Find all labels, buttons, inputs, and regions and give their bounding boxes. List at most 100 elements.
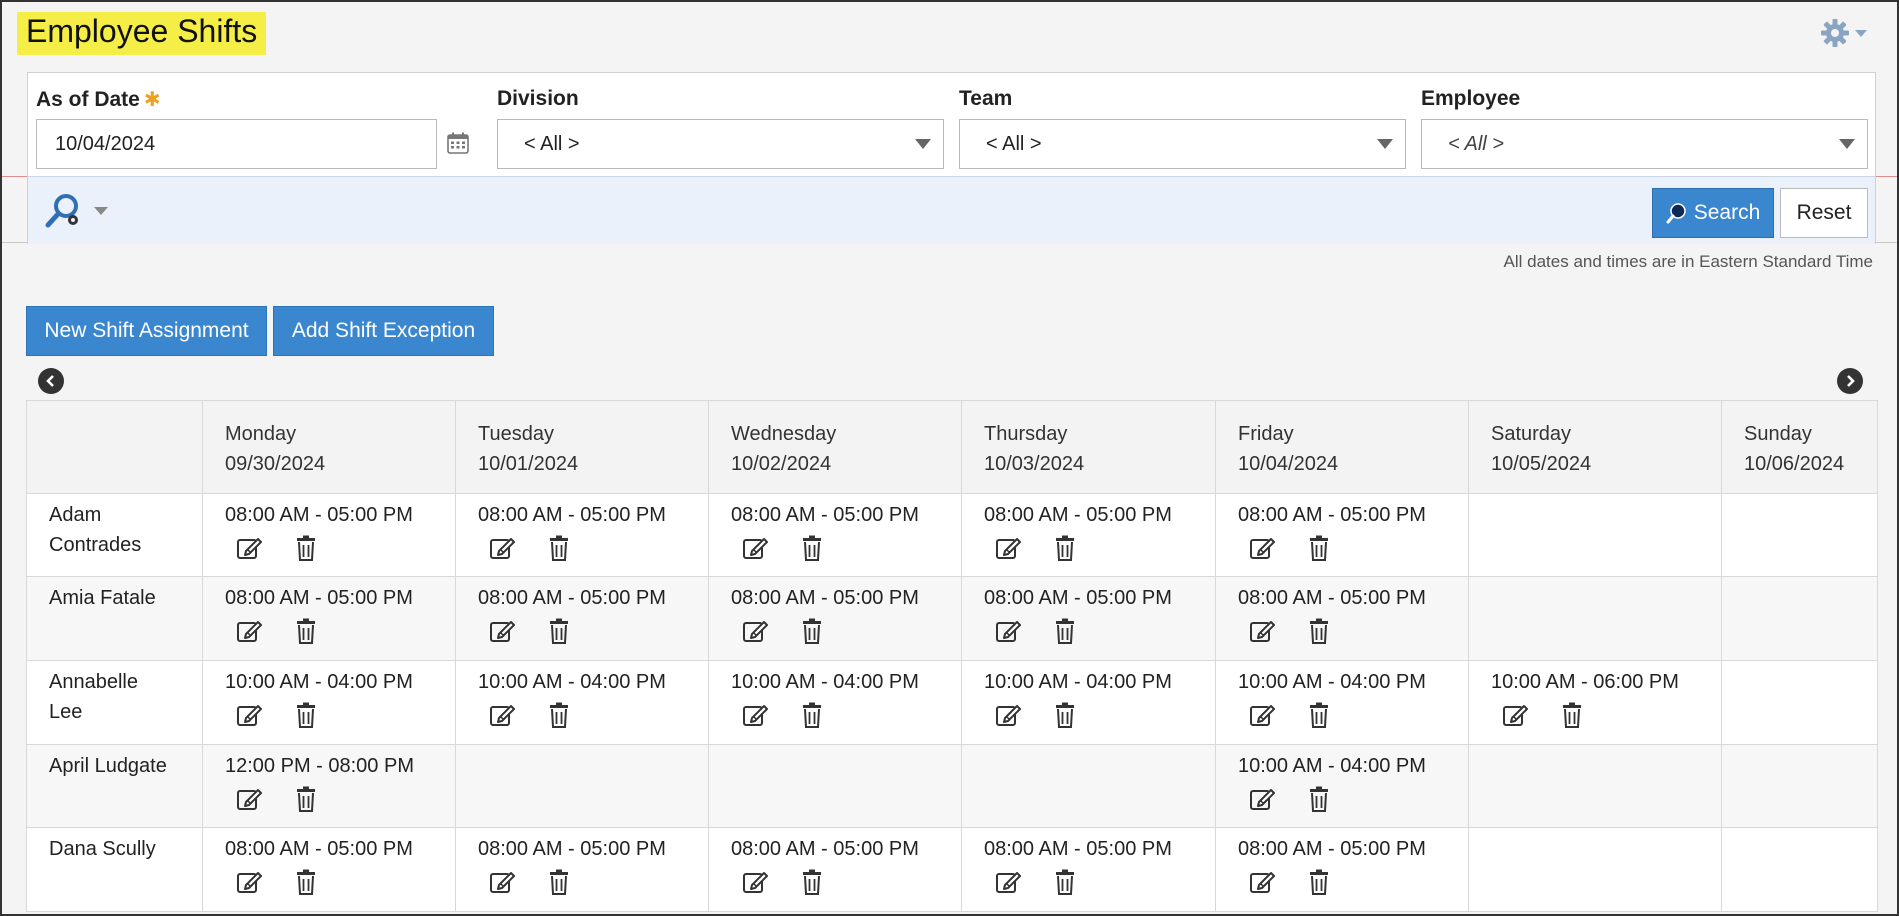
trash-icon[interactable]	[1050, 701, 1080, 729]
shift-actions	[478, 868, 708, 896]
shift-time: 08:00 AM - 05:00 PM	[984, 838, 1172, 860]
trash-icon[interactable]	[291, 785, 321, 813]
edit-icon[interactable]	[488, 617, 518, 645]
trash-icon[interactable]	[1050, 868, 1080, 896]
as-of-date-label: As of Date ✱	[36, 88, 161, 111]
edit-icon[interactable]	[488, 868, 518, 896]
edit-icon[interactable]	[235, 701, 265, 729]
as-of-date-input[interactable]: 10/04/2024	[36, 119, 437, 169]
edit-icon[interactable]	[994, 617, 1024, 645]
reset-button[interactable]: Reset	[1780, 188, 1868, 238]
timezone-note: All dates and times are in Eastern Stand…	[1503, 252, 1873, 271]
edit-icon[interactable]	[741, 868, 771, 896]
add-shift-exception-button[interactable]: Add Shift Exception	[273, 306, 494, 356]
edit-icon[interactable]	[741, 617, 771, 645]
division-select[interactable]: < All >	[497, 119, 944, 169]
shift-actions	[1238, 534, 1468, 562]
edit-icon[interactable]	[994, 534, 1024, 562]
new-shift-assignment-button[interactable]: New Shift Assignment	[26, 306, 267, 356]
shift-time: 12:00 PM - 08:00 PM	[225, 755, 414, 777]
trash-icon[interactable]	[291, 534, 321, 562]
shift-time: 08:00 AM - 05:00 PM	[225, 838, 413, 860]
search-options-menu[interactable]	[44, 191, 108, 231]
shift-cell	[1721, 660, 1878, 745]
trash-icon[interactable]	[1557, 701, 1587, 729]
trash-icon[interactable]	[544, 534, 574, 562]
trash-icon[interactable]	[544, 868, 574, 896]
edit-icon[interactable]	[741, 534, 771, 562]
shift-time: 08:00 AM - 05:00 PM	[984, 504, 1172, 526]
shift-actions	[731, 701, 961, 729]
trash-icon[interactable]	[1304, 617, 1334, 645]
shift-time: 08:00 AM - 05:00 PM	[1238, 504, 1426, 526]
shift-cell: 08:00 AM - 05:00 PM	[202, 576, 456, 661]
shift-cell: 08:00 AM - 05:00 PM	[961, 576, 1216, 661]
shift-time: 08:00 AM - 05:00 PM	[1238, 587, 1426, 609]
trash-icon[interactable]	[1304, 701, 1334, 729]
shift-time: 08:00 AM - 05:00 PM	[984, 587, 1172, 609]
shift-actions	[225, 617, 455, 645]
shift-actions	[1238, 617, 1468, 645]
shift-cell: 10:00 AM - 04:00 PM	[1215, 744, 1469, 828]
shift-actions	[478, 701, 708, 729]
search-toolbar: Search Reset	[28, 176, 1875, 244]
trash-icon[interactable]	[797, 701, 827, 729]
trash-icon[interactable]	[1304, 868, 1334, 896]
trash-icon[interactable]	[291, 701, 321, 729]
trash-icon[interactable]	[1050, 617, 1080, 645]
edit-icon[interactable]	[235, 868, 265, 896]
shift-time: 10:00 AM - 04:00 PM	[1238, 671, 1426, 693]
shift-cell	[1468, 576, 1722, 661]
edit-icon[interactable]	[235, 534, 265, 562]
edit-icon[interactable]	[994, 701, 1024, 729]
employee-name-cell: April Ludgate	[26, 744, 203, 828]
employee-select[interactable]: < All >	[1421, 119, 1868, 169]
trash-icon[interactable]	[1304, 785, 1334, 813]
edit-icon[interactable]	[994, 868, 1024, 896]
trash-icon[interactable]	[797, 534, 827, 562]
calendar-icon[interactable]	[446, 131, 470, 155]
shift-time: 08:00 AM - 05:00 PM	[1238, 838, 1426, 860]
trash-icon[interactable]	[291, 868, 321, 896]
shift-time: 10:00 AM - 04:00 PM	[984, 671, 1172, 693]
edit-icon[interactable]	[1248, 785, 1278, 813]
previous-week-button[interactable]	[38, 368, 64, 394]
edit-icon[interactable]	[1248, 617, 1278, 645]
trash-icon[interactable]	[291, 617, 321, 645]
next-week-button[interactable]	[1837, 368, 1863, 394]
trash-icon[interactable]	[797, 617, 827, 645]
chevron-right-icon	[1847, 375, 1855, 387]
shift-cell: 10:00 AM - 04:00 PM	[455, 660, 709, 745]
edit-icon[interactable]	[235, 785, 265, 813]
shift-time: 10:00 AM - 04:00 PM	[225, 671, 413, 693]
edit-icon[interactable]	[1248, 701, 1278, 729]
day-header: Tuesday 10/01/2024	[455, 400, 709, 494]
search-button[interactable]: Search	[1652, 188, 1774, 238]
trash-icon[interactable]	[1304, 534, 1334, 562]
shift-time: 08:00 AM - 05:00 PM	[225, 587, 413, 609]
shift-cell: 12:00 PM - 08:00 PM	[202, 744, 456, 828]
edit-icon[interactable]	[488, 701, 518, 729]
settings-menu[interactable]	[1819, 16, 1869, 50]
edit-icon[interactable]	[488, 534, 518, 562]
shift-cell: 08:00 AM - 05:00 PM	[455, 493, 709, 577]
shift-cell	[1721, 493, 1878, 577]
edit-icon[interactable]	[1248, 534, 1278, 562]
edit-icon[interactable]	[1501, 701, 1531, 729]
shift-cell: 08:00 AM - 05:00 PM	[202, 493, 456, 577]
shift-actions	[478, 534, 708, 562]
team-label: Team	[959, 87, 1013, 110]
employee-name-cell: Amia Fatale	[26, 576, 203, 661]
trash-icon[interactable]	[1050, 534, 1080, 562]
edit-icon[interactable]	[1248, 868, 1278, 896]
shift-actions	[225, 785, 455, 813]
trash-icon[interactable]	[797, 868, 827, 896]
edit-icon[interactable]	[741, 701, 771, 729]
trash-icon[interactable]	[544, 701, 574, 729]
shift-time: 08:00 AM - 05:00 PM	[731, 587, 919, 609]
team-select[interactable]: < All >	[959, 119, 1406, 169]
edit-icon[interactable]	[235, 617, 265, 645]
shift-cell: 08:00 AM - 05:00 PM	[1215, 827, 1469, 912]
trash-icon[interactable]	[544, 617, 574, 645]
table-row: Amia Fatale 08:00 AM - 05:00 PM 08:00 AM -…	[26, 576, 1878, 661]
